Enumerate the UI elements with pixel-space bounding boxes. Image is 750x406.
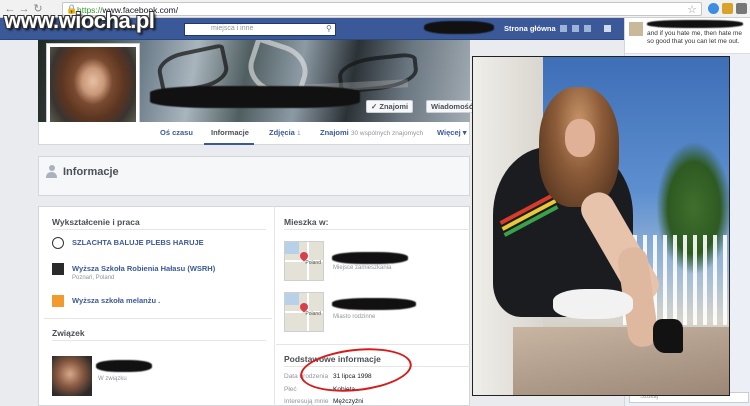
friend-requests-icon[interactable] (560, 25, 567, 32)
redacted-name (332, 298, 416, 310)
ticker-text: and if you hate me, then hate me so good… (647, 30, 743, 45)
relationship-title: Związek (52, 328, 85, 338)
address-bar[interactable]: 🔒 https://www.facebook.com/ ☆ (62, 2, 702, 16)
hometown-label: Miasto rodzinne (333, 314, 376, 320)
extension-icon[interactable] (722, 3, 733, 14)
tab-more[interactable]: Więcej ▾ (437, 128, 467, 137)
interested-value: Mężczyźni (333, 398, 364, 405)
education-link-2[interactable]: Wyższa Szkoła Robienia Hałasu (WSRH) (72, 264, 215, 273)
bookmark-star-icon[interactable]: ☆ (687, 3, 697, 16)
education-location: Poznań, Poland (72, 275, 115, 281)
person-icon (46, 165, 57, 178)
message-button[interactable]: Wiadomość (426, 100, 479, 113)
redacted-name (332, 252, 408, 264)
column-divider (274, 206, 275, 406)
education-title: Wykształcenie i praca (52, 217, 140, 227)
school-icon (52, 263, 64, 275)
divider (284, 229, 470, 230)
map-thumbnail[interactable]: Poland (284, 292, 324, 332)
tab-photos[interactable]: Zdjęcia 1 (269, 128, 301, 137)
partner-avatar[interactable] (52, 356, 92, 396)
redacted-name (647, 20, 743, 28)
education-link-1[interactable]: SZLACHTA BALUJE PLEBS HARUJE (72, 238, 204, 247)
ticker: and if you hate me, then hate me so good… (625, 18, 750, 54)
interested-label: Interesują mnie (284, 398, 329, 405)
active-tab-indicator (204, 143, 254, 145)
profile-photo (50, 47, 136, 133)
redacted-name (96, 360, 152, 372)
tab-about[interactable]: Informacje (211, 128, 249, 137)
redacted-name (424, 21, 494, 34)
redacted-name (150, 86, 360, 108)
friends-button[interactable]: ✓ Znajomi (366, 100, 414, 113)
divider (52, 340, 266, 341)
search-placeholder: miejsca i inne (211, 25, 254, 32)
search-icon[interactable]: ⚲ (326, 24, 332, 33)
residence-label: Miejsce zamieszkania (333, 265, 392, 271)
avatar[interactable] (629, 22, 643, 36)
search-input[interactable]: miejsca i inne (184, 23, 336, 36)
tab-friends[interactable]: Znajomi 30 wspólnych znajomych (320, 128, 423, 137)
relationship-status: W związku (98, 376, 127, 382)
divider (44, 318, 272, 319)
section-title: Informacje (63, 166, 119, 178)
tab-timeline[interactable]: Oś czasu (160, 128, 193, 137)
home-link[interactable]: Strona główna (504, 24, 556, 33)
divider (52, 229, 266, 230)
lives-title: Mieszka w: (284, 217, 329, 227)
notifications-icon[interactable] (584, 25, 591, 32)
education-link-3[interactable]: Wyższa szkoła melanżu . (72, 296, 160, 305)
gender-label: Płeć (284, 386, 297, 393)
extension-icon[interactable] (708, 3, 719, 14)
watermark: www.wiocha.pl (4, 8, 155, 33)
person-icon (52, 237, 64, 249)
messages-icon[interactable] (572, 25, 579, 32)
school-icon (52, 295, 64, 307)
map-thumbnail[interactable]: Poland (284, 241, 324, 281)
divider (276, 344, 472, 345)
overlay-photo (472, 56, 730, 396)
settings-icon[interactable] (604, 25, 611, 32)
menu-icon[interactable] (736, 3, 747, 14)
